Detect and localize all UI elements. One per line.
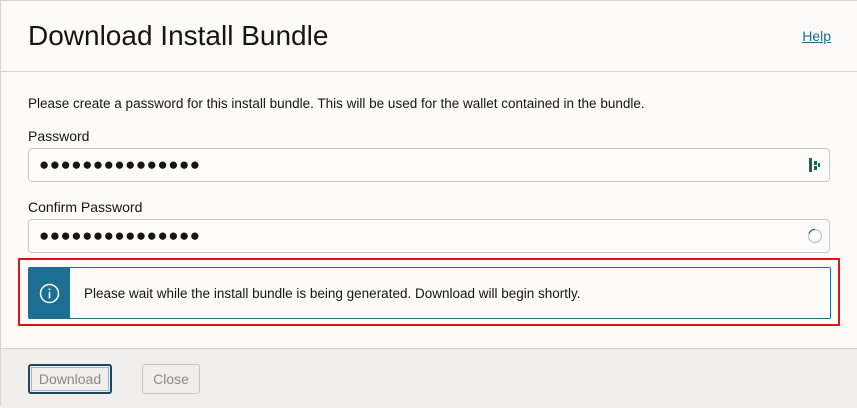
download-button[interactable]: Download: [28, 364, 112, 394]
info-message-bar: [29, 268, 70, 318]
loading-spinner-icon: [807, 228, 823, 244]
instructions-text: Please create a password for this instal…: [28, 96, 645, 111]
password-value: ●●●●●●●●●●●●●●●: [39, 155, 201, 174]
info-message: Please wait while the install bundle is …: [28, 267, 831, 319]
close-button[interactable]: Close: [142, 364, 200, 394]
dialog-footer: Download Close: [1, 348, 857, 408]
info-message-text: Please wait while the install bundle is …: [84, 286, 581, 301]
confirm-password-value: ●●●●●●●●●●●●●●●: [39, 226, 201, 245]
confirm-password-field[interactable]: ●●●●●●●●●●●●●●●: [28, 219, 830, 253]
download-install-bundle-dialog: Download Install Bundle Help Please crea…: [0, 0, 857, 408]
password-field[interactable]: ●●●●●●●●●●●●●●●: [28, 148, 830, 182]
password-manager-icon[interactable]: [807, 157, 823, 173]
password-label: Password: [28, 128, 90, 144]
confirm-password-label: Confirm Password: [28, 199, 143, 215]
dialog-title: Download Install Bundle: [28, 20, 329, 51]
dialog-header: Download Install Bundle Help: [1, 1, 857, 72]
help-link[interactable]: Help: [802, 28, 831, 44]
info-icon: [39, 283, 60, 304]
